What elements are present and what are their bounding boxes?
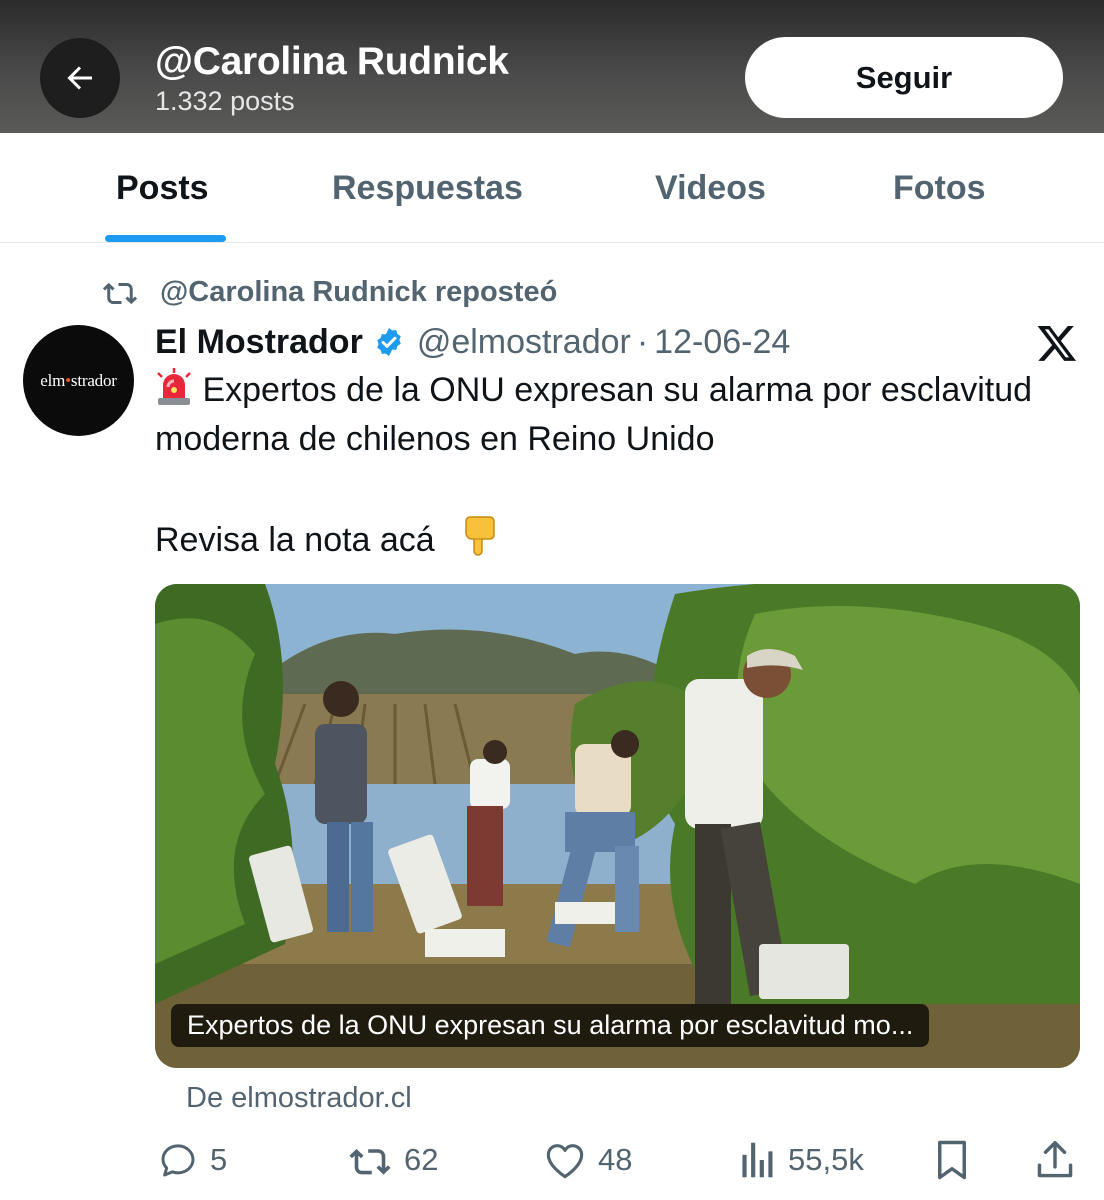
avatar[interactable]: elm • strador [23,325,134,436]
tweet-header: El Mostrador @elmostrador · 12-06-24 [155,320,790,364]
repost-context[interactable]: @Carolina Rudnick reposteó [102,272,557,312]
back-button[interactable] [40,38,120,118]
avatar-logo-right: strador [70,370,117,390]
dot-separator: · [636,322,649,361]
reply-count: 5 [210,1142,228,1177]
tab-videos[interactable]: Videos [655,169,766,208]
card-image [155,584,1080,1068]
share-icon [1037,1141,1073,1178]
views-icon [742,1142,773,1178]
verified-badge-icon [377,328,401,356]
bookmark-icon [938,1140,966,1180]
retweet-button[interactable]: 62 [348,1138,438,1182]
card-caption: Expertos de la ONU expresan su alarma po… [171,1004,930,1047]
avatar-logo-left: elm [40,370,66,390]
back-arrow-icon [67,66,92,90]
author-name[interactable]: El Mostrador [155,323,363,362]
tweet-text: Expertos de la ONU expresan su alarma po… [155,366,1075,565]
reply-button[interactable]: 5 [158,1138,227,1182]
action-bar: 5 62 48 55,5k [0,1130,1104,1190]
profile-tabs: Posts Respuestas Videos Fotos [0,133,1104,243]
retweet-icon [349,1149,391,1175]
author-handle[interactable]: @elmostrador [417,323,631,362]
tab-replies[interactable]: Respuestas [332,169,523,208]
card-source[interactable]: De elmostrador.cl [186,1082,412,1115]
active-tab-indicator [105,235,226,242]
like-icon [546,1144,584,1179]
follow-button[interactable]: Seguir [745,37,1063,118]
profile-title: @Carolina Rudnick [155,40,509,83]
tab-posts[interactable]: Posts [116,169,209,208]
bookmark-button[interactable] [934,1138,970,1182]
profile-header: @Carolina Rudnick 1.332 posts Seguir [0,0,1104,133]
tab-photos[interactable]: Fotos [893,169,986,208]
tweet-text-line-1: Expertos de la ONU expresan su alarma po… [155,371,1033,458]
reply-icon [161,1144,195,1177]
tweet-text-line-2: Revisa la nota acá [155,521,435,559]
x-logo-icon [1037,326,1077,361]
siren-emoji-icon [157,368,191,405]
link-card[interactable]: Expertos de la ONU expresan su alarma po… [155,584,1080,1068]
post-count: 1.332 posts [155,86,295,116]
tweet-date[interactable]: 12-06-24 [654,323,790,362]
retweet-count: 62 [404,1142,439,1177]
views-button[interactable]: 55,5k [740,1138,864,1182]
like-button[interactable]: 48 [544,1138,632,1182]
views-count: 55,5k [788,1142,864,1177]
like-count: 48 [598,1142,633,1177]
share-button[interactable] [1036,1138,1074,1182]
repost-icon [102,282,138,305]
repost-label: @Carolina Rudnick reposteó [160,275,558,308]
pointing-down-emoji-icon [465,516,495,556]
